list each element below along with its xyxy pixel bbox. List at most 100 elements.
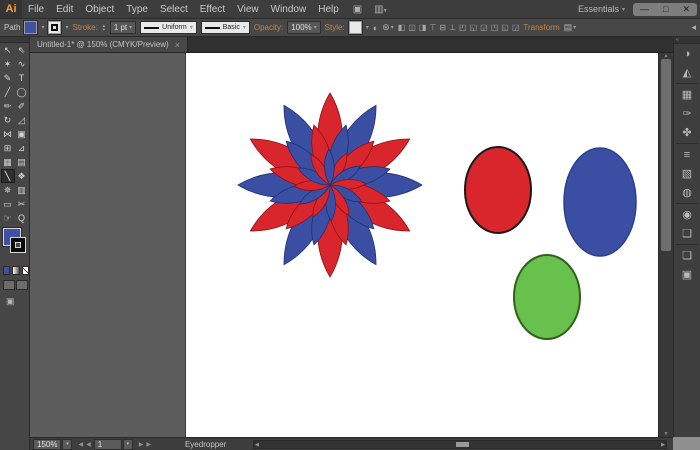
symbol-sprayer-tool[interactable]: ✵ bbox=[1, 183, 15, 197]
last-artboard-icon[interactable]: ▶ bbox=[146, 441, 151, 448]
workspace-switcher[interactable]: Essentials ▾ bbox=[578, 4, 625, 14]
free-transform-tool[interactable]: ▣ bbox=[15, 127, 29, 141]
blend-tool[interactable]: ❖ bbox=[15, 169, 29, 183]
color-panel-icon[interactable]: ◑ bbox=[674, 44, 700, 63]
artboard-number-box[interactable]: 1 bbox=[94, 439, 122, 450]
distribute-bottom-icon[interactable]: ◲ bbox=[480, 23, 488, 32]
type-tool[interactable]: T bbox=[15, 71, 29, 85]
pen-tool[interactable]: ✎ bbox=[1, 71, 15, 85]
scroll-right-icon[interactable]: ▶ bbox=[661, 442, 665, 448]
bridge-icon[interactable]: ▣ bbox=[353, 4, 362, 15]
stroke-width-stepper[interactable]: ▲▼ bbox=[102, 24, 106, 32]
hand-tool[interactable]: ☞ bbox=[1, 211, 15, 225]
stroke-color-swatch[interactable] bbox=[11, 238, 25, 252]
opacity-link[interactable]: Opacity: bbox=[254, 23, 283, 32]
mesh-tool[interactable]: ▦ bbox=[1, 155, 15, 169]
distribute-right-icon[interactable]: ◲ bbox=[512, 23, 520, 32]
zoom-level-box[interactable]: 150% bbox=[33, 439, 61, 450]
zoom-tool[interactable]: Q bbox=[15, 211, 29, 225]
appearance-panel-icon[interactable]: ◉ bbox=[674, 205, 700, 224]
slice-tool[interactable]: ✂ bbox=[15, 197, 29, 211]
color-button[interactable] bbox=[3, 266, 10, 275]
vertical-scroll-thumb[interactable] bbox=[661, 59, 671, 251]
selection-tool[interactable]: ↖ bbox=[1, 43, 15, 57]
scroll-left-icon[interactable]: ◀ bbox=[255, 442, 259, 448]
transform-link[interactable]: Transform bbox=[523, 23, 559, 32]
eyedropper-tool[interactable]: ╲ bbox=[1, 169, 15, 183]
opacity-dropdown[interactable]: 100%▾ bbox=[287, 21, 320, 34]
layers-panel-icon[interactable]: ❏ bbox=[674, 246, 700, 265]
gradient-tool[interactable]: ▤ bbox=[15, 155, 29, 169]
vertical-align-center-icon[interactable]: ⊟ bbox=[439, 23, 446, 32]
brushes-panel-icon[interactable]: ✑ bbox=[674, 104, 700, 123]
horizontal-scroll-thumb[interactable] bbox=[456, 442, 469, 447]
color-guide-panel-icon[interactable]: ◭ bbox=[674, 63, 700, 82]
menu-window[interactable]: Window bbox=[265, 4, 313, 15]
fill-swatch[interactable] bbox=[24, 21, 37, 34]
restore-button[interactable]: □ bbox=[656, 4, 675, 14]
stroke-panel-icon[interactable]: ≡ bbox=[674, 145, 700, 164]
direct-selection-tool[interactable]: ⇖ bbox=[15, 43, 29, 57]
menu-help[interactable]: Help bbox=[312, 4, 345, 15]
distribute-middle-icon[interactable]: ◱ bbox=[501, 23, 509, 32]
stroke-swatch[interactable] bbox=[48, 21, 61, 34]
next-artboard-icon[interactable]: ▶ bbox=[139, 441, 144, 448]
lasso-tool[interactable]: ∿ bbox=[15, 57, 29, 71]
artboard-dropdown-icon[interactable]: ▾ bbox=[123, 439, 133, 450]
close-button[interactable]: ✕ bbox=[675, 4, 697, 15]
horizontal-align-right-icon[interactable]: ◨ bbox=[419, 23, 427, 32]
column-graph-tool[interactable]: ▥ bbox=[15, 183, 29, 197]
first-artboard-icon[interactable]: ◀ bbox=[78, 441, 83, 448]
draw-behind-button[interactable] bbox=[16, 280, 28, 290]
close-tab-icon[interactable]: × bbox=[175, 40, 180, 50]
line-segment-tool[interactable]: ╱ bbox=[1, 85, 15, 99]
horizontal-align-center-icon[interactable]: ◫ bbox=[408, 23, 416, 32]
select-similar-icon[interactable]: ⊛▾ bbox=[382, 22, 394, 33]
symbols-panel-icon[interactable]: ✤ bbox=[674, 123, 700, 142]
previous-artboard-icon[interactable]: ◀ bbox=[86, 441, 91, 448]
green-ellipse[interactable] bbox=[514, 255, 580, 339]
horizontal-align-left-icon[interactable]: ◧ bbox=[398, 23, 406, 32]
vertical-align-bottom-icon[interactable]: ⊥ bbox=[449, 23, 456, 32]
ellipse-tool[interactable]: ◯ bbox=[15, 85, 29, 99]
perspective-grid-tool[interactable]: ⊿ bbox=[15, 141, 29, 155]
none-button[interactable] bbox=[22, 266, 29, 275]
recolor-artwork-icon[interactable]: ◐ bbox=[373, 23, 378, 33]
control-panel-menu-icon[interactable]: ▤▾ bbox=[564, 22, 577, 33]
zoom-dropdown-icon[interactable]: ▾ bbox=[62, 439, 72, 450]
chevron-down-icon[interactable]: ▾ bbox=[41, 24, 44, 31]
swatches-panel-icon[interactable]: ▦ bbox=[674, 85, 700, 104]
stroke-width-dropdown[interactable]: 1 pt▾ bbox=[110, 21, 136, 34]
shape-builder-tool[interactable]: ⊞ bbox=[1, 141, 15, 155]
stroke-link[interactable]: Stroke: bbox=[73, 23, 98, 32]
canvas-area[interactable] bbox=[30, 53, 658, 437]
vertical-align-top-icon[interactable]: ⊤ bbox=[429, 23, 436, 32]
blue-ellipse[interactable] bbox=[564, 148, 636, 256]
transparency-panel-icon[interactable]: ◍ bbox=[674, 183, 700, 202]
expand-panels-icon[interactable]: « bbox=[674, 37, 700, 44]
horizontal-scrollbar[interactable]: ◀ ▶ bbox=[253, 440, 667, 449]
collapse-icon[interactable]: ◂ bbox=[691, 22, 696, 33]
magic-wand-tool[interactable]: ✶ bbox=[1, 57, 15, 71]
chevron-down-icon[interactable]: ▾ bbox=[65, 24, 68, 31]
graphic-styles-panel-icon[interactable]: ❑ bbox=[674, 224, 700, 243]
menu-file[interactable]: File bbox=[22, 4, 50, 15]
arrange-documents-icon[interactable]: ▥▾ bbox=[374, 4, 386, 15]
style-swatch[interactable] bbox=[349, 21, 362, 34]
screen-mode-icon[interactable]: ▣ bbox=[6, 296, 29, 307]
red-ellipse[interactable] bbox=[465, 147, 531, 233]
width-tool[interactable]: ⋈ bbox=[1, 127, 15, 141]
menu-type[interactable]: Type bbox=[120, 4, 154, 15]
brush-definition-dropdown[interactable]: Basic▾ bbox=[201, 21, 250, 34]
distribute-left-icon[interactable]: ◳ bbox=[491, 23, 499, 32]
artboards-panel-icon[interactable]: ▣ bbox=[674, 265, 700, 284]
document-tab[interactable]: Untitled-1* @ 150% (CMYK/Preview) × bbox=[30, 37, 188, 52]
paintbrush-tool[interactable]: ✐ bbox=[15, 99, 29, 113]
style-link[interactable]: Style: bbox=[325, 23, 345, 32]
draw-normal-button[interactable] bbox=[3, 280, 15, 290]
menu-select[interactable]: Select bbox=[154, 4, 194, 15]
distribute-top-icon[interactable]: ◰ bbox=[459, 23, 467, 32]
width-profile-dropdown[interactable]: Uniform▾ bbox=[140, 21, 197, 34]
scale-tool[interactable]: ◿ bbox=[15, 113, 29, 127]
menu-object[interactable]: Object bbox=[79, 4, 120, 15]
